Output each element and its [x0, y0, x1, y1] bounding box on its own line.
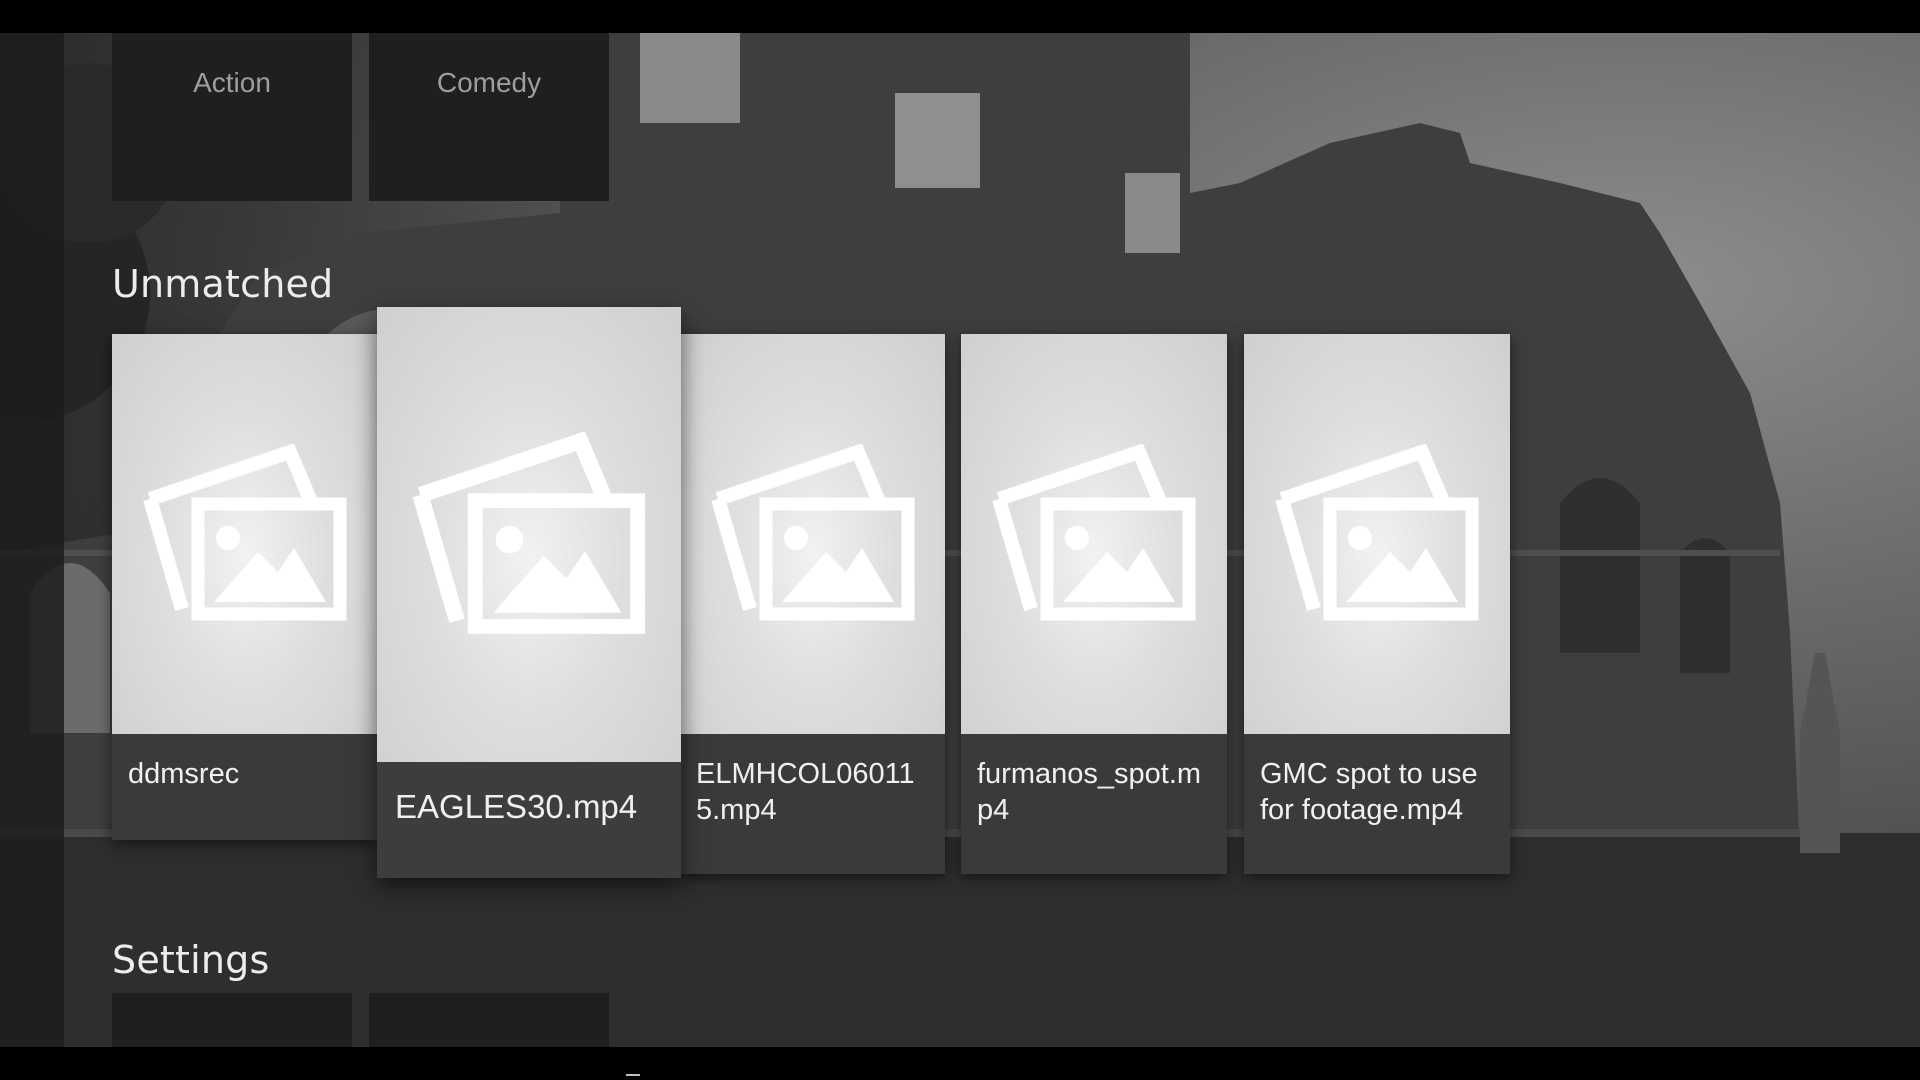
bottom-system-bar	[0, 1047, 1920, 1080]
section-title-settings: Settings	[112, 938, 270, 982]
card-title: GMC spot to use for footage.mp4	[1244, 734, 1510, 874]
card-thumbnail	[961, 334, 1227, 734]
image-placeholder-icon	[992, 444, 1196, 621]
image-placeholder-icon	[710, 444, 914, 621]
media-card-focused[interactable]: EAGLES30.mp4	[377, 307, 681, 878]
section-title-unmatched: Unmatched	[112, 262, 334, 306]
card-thumbnail	[1244, 334, 1510, 734]
media-card[interactable]: furmanos_spot.mp4	[961, 334, 1227, 874]
focus-indicator	[626, 1074, 640, 1076]
settings-card[interactable]	[112, 993, 352, 1047]
card-title: ddmsrec	[112, 734, 378, 840]
genre-card-comedy[interactable]: Comedy	[369, 33, 609, 201]
media-card[interactable]: GMC spot to use for footage.mp4	[1244, 334, 1510, 874]
card-title: ELMHCOL060115.mp4	[680, 734, 945, 874]
card-thumbnail	[112, 334, 378, 734]
card-title: furmanos_spot.mp4	[961, 734, 1227, 874]
card-thumbnail	[680, 334, 945, 734]
image-placeholder-icon	[1275, 444, 1479, 621]
genre-card-label: Comedy	[436, 67, 542, 98]
settings-card[interactable]	[369, 993, 609, 1047]
media-browser-screen: Action Comedy Unmatched ddmsrec EAGLES30…	[0, 0, 1920, 1080]
card-thumbnail	[377, 307, 681, 762]
nav-rail	[0, 33, 64, 1047]
image-placeholder-icon	[143, 444, 347, 621]
media-card[interactable]: ddmsrec	[112, 334, 378, 840]
genre-card-label: Action	[193, 67, 271, 98]
genre-card-action[interactable]: Action	[112, 33, 352, 201]
image-placeholder-icon	[412, 431, 645, 634]
media-card[interactable]: ELMHCOL060115.mp4	[680, 334, 945, 874]
card-title: EAGLES30.mp4	[377, 762, 681, 878]
